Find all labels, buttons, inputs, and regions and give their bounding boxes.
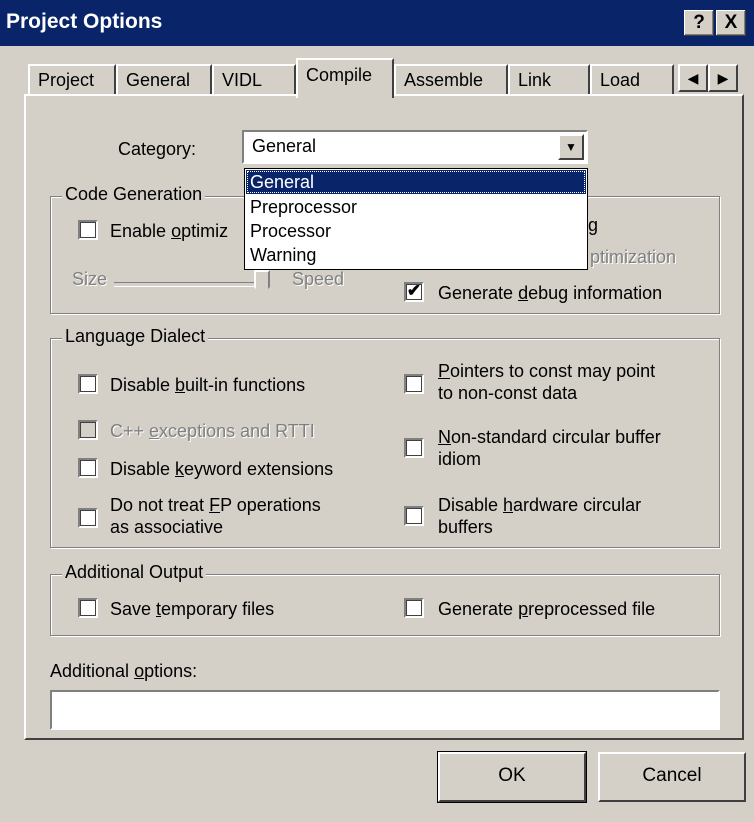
code-generation-legend: Code Generation bbox=[62, 184, 206, 205]
cpp-exceptions-checkbox bbox=[78, 420, 98, 440]
save-temp-label: Save temporary files bbox=[110, 599, 275, 619]
circular-idiom-checkbox[interactable] bbox=[404, 438, 424, 458]
dropdown-option-warning[interactable]: Warning bbox=[246, 243, 586, 267]
generate-debug-label: Generate debug information bbox=[438, 283, 663, 303]
cancel-button[interactable]: Cancel bbox=[598, 752, 746, 802]
additional-output-legend: Additional Output bbox=[62, 562, 207, 583]
tab-load[interactable]: Load bbox=[590, 64, 674, 96]
tab-general[interactable]: General bbox=[116, 64, 212, 96]
hidden-disabled-option-label: ptimization bbox=[590, 247, 677, 267]
generate-debug-checkbox[interactable]: ✔ bbox=[404, 282, 424, 302]
disable-keyword-checkbox[interactable] bbox=[78, 458, 98, 478]
disable-builtin-checkbox[interactable] bbox=[78, 374, 98, 394]
tab-link[interactable]: Link bbox=[508, 64, 590, 96]
window-title: Project Options bbox=[6, 10, 163, 33]
pointers-const-label: Pointers to const may point bbox=[438, 361, 656, 381]
additional-options-label: Additional options: bbox=[50, 661, 198, 681]
disable-hw-circular-label: Disable hardware circular bbox=[438, 495, 642, 515]
circular-idiom-label-line2: idiom bbox=[438, 449, 482, 469]
disable-hw-circular-label-line2: buffers bbox=[438, 517, 493, 537]
tab-scroll-left-icon[interactable]: ◀ bbox=[678, 64, 708, 92]
dropdown-option-general[interactable]: General bbox=[246, 170, 586, 194]
dropdown-option-processor[interactable]: Processor bbox=[246, 219, 586, 243]
enable-optimization-label: Enable optimiz bbox=[110, 221, 229, 241]
tab-compile[interactable]: Compile bbox=[296, 58, 394, 98]
tab-scroll-right-icon[interactable]: ▶ bbox=[708, 64, 738, 92]
category-dropdown-list[interactable]: General Preprocessor Processor Warning bbox=[244, 168, 588, 270]
fp-ops-checkbox[interactable] bbox=[78, 508, 98, 528]
additional-options-input[interactable] bbox=[50, 690, 720, 730]
pointers-const-checkbox[interactable] bbox=[404, 374, 424, 394]
tab-project[interactable]: Project bbox=[28, 64, 116, 96]
tab-assemble[interactable]: Assemble bbox=[394, 64, 508, 96]
check-icon: ✔ bbox=[406, 281, 422, 300]
category-value: General bbox=[252, 136, 317, 156]
chevron-down-icon[interactable]: ▼ bbox=[558, 134, 584, 160]
tab-vidl[interactable]: VIDL bbox=[212, 64, 296, 96]
optimization-slider-track bbox=[114, 282, 264, 287]
enable-optimization-checkbox[interactable] bbox=[78, 220, 98, 240]
close-button[interactable]: X bbox=[716, 10, 746, 36]
circular-idiom-label: Non-standard circular buffer bbox=[438, 427, 661, 447]
disable-builtin-label: Disable built-in functions bbox=[110, 375, 306, 395]
help-button[interactable]: ? bbox=[684, 10, 714, 36]
save-temp-checkbox[interactable] bbox=[78, 598, 98, 618]
disable-keyword-label: Disable keyword extensions bbox=[110, 459, 334, 479]
dropdown-option-preprocessor[interactable]: Preprocessor bbox=[246, 195, 586, 219]
category-label: Category: bbox=[118, 139, 197, 159]
language-dialect-legend: Language Dialect bbox=[62, 326, 209, 347]
cpp-exceptions-label: C++ exceptions and RTTI bbox=[110, 421, 315, 441]
category-select[interactable]: General ▼ bbox=[242, 130, 588, 164]
disable-hw-circular-checkbox[interactable] bbox=[404, 506, 424, 526]
pointers-const-label-line2: to non-const data bbox=[438, 383, 578, 403]
title-bar[interactable]: Project Options ? X bbox=[0, 0, 754, 46]
fp-ops-label: Do not treat FP operations bbox=[110, 495, 321, 515]
ok-button[interactable]: OK bbox=[437, 751, 587, 803]
gen-preprocessed-checkbox[interactable] bbox=[404, 598, 424, 618]
fp-ops-label-line2: as associative bbox=[110, 517, 224, 537]
gen-preprocessed-label: Generate preprocessed file bbox=[438, 599, 656, 619]
hidden-option-label: g bbox=[588, 215, 599, 235]
slider-size-label: Size bbox=[72, 269, 108, 289]
slider-speed-label: Speed bbox=[292, 269, 345, 289]
